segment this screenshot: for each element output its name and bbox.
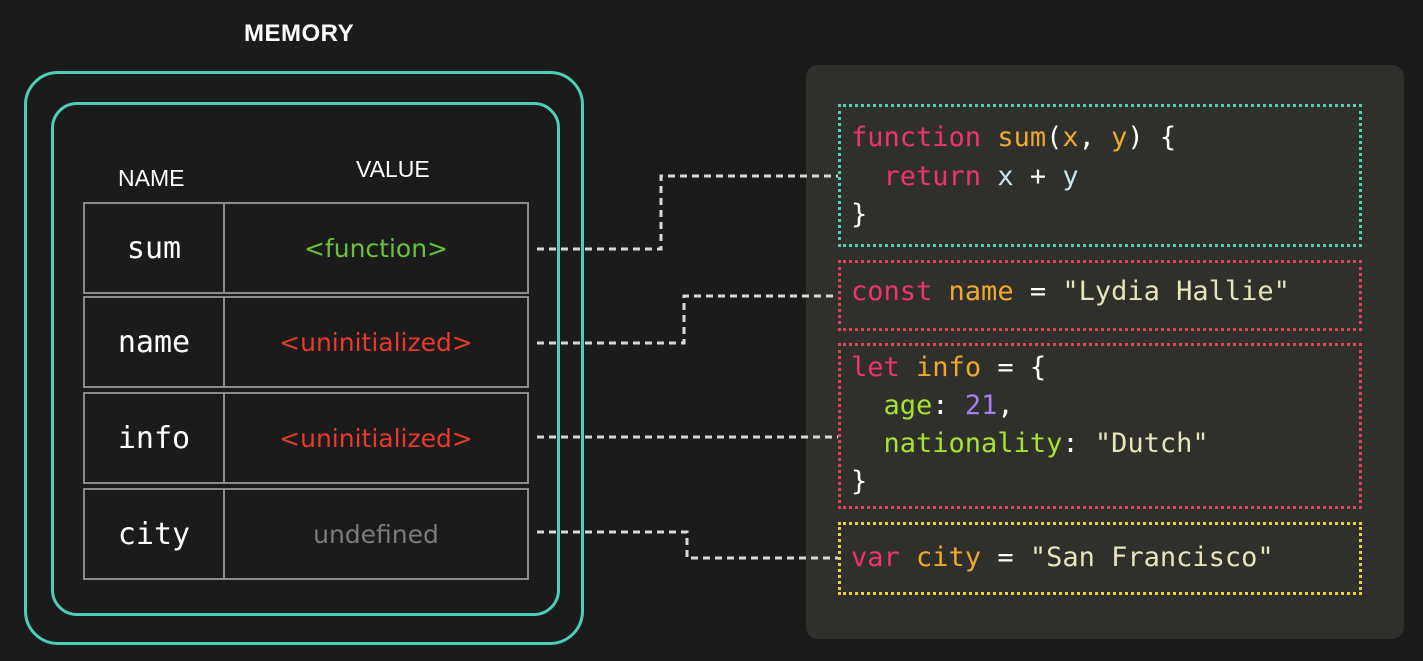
connector-name (537, 294, 838, 345)
connector-sum (537, 174, 838, 251)
connector-city (537, 530, 838, 560)
connector-lines (537, 174, 838, 560)
